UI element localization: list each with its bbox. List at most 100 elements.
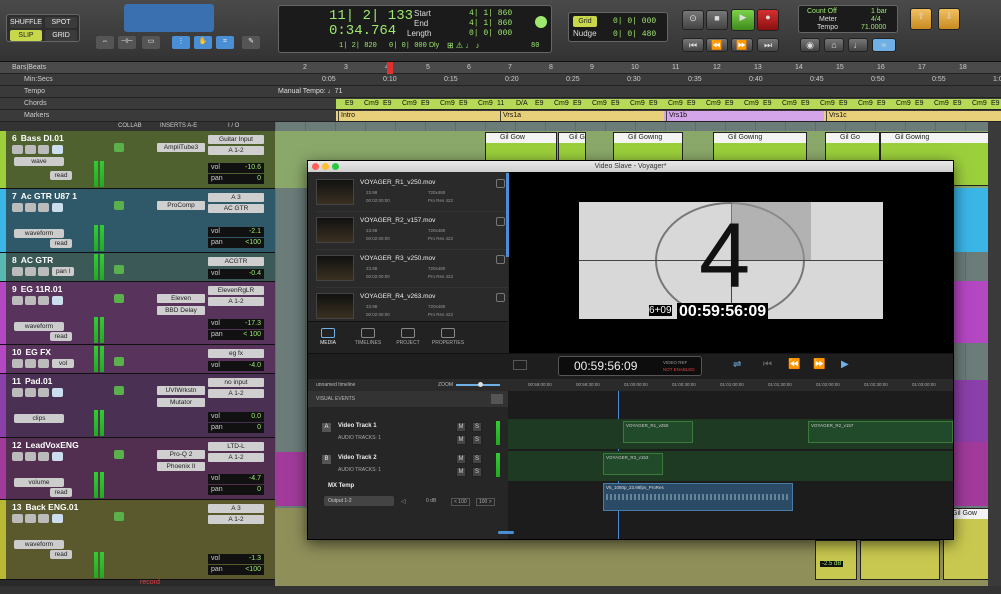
tab-media[interactable]: MEDIA (308, 328, 348, 346)
playhead-marker-icon[interactable] (387, 62, 393, 74)
track-9[interactable]: 9 EG 11R.01 waveform read Eleven BBD Delay Ele… (0, 282, 275, 345)
input-selector[interactable]: A 3 (208, 193, 264, 202)
chord-label[interactable]: 11 (497, 99, 504, 109)
slip-mode-button[interactable]: SLIP (10, 30, 42, 41)
output-selector[interactable]: A 1-2 (208, 297, 264, 306)
main-counter-bars[interactable]: 11| 2| 133 (329, 8, 413, 24)
chord-label[interactable]: Cm9 (630, 99, 645, 109)
chord-label[interactable]: Cm9 (706, 99, 721, 109)
chord-label[interactable]: Cm9 (858, 99, 873, 109)
insert-slot-a[interactable]: Pro-Q 2 (157, 450, 205, 459)
pre-roll-value[interactable]: 1| 2| 820 (339, 42, 377, 50)
marker-intro[interactable]: Intro (338, 111, 355, 121)
zoom-tool-icon[interactable]: ⇔ (96, 36, 114, 49)
group-tool-icon[interactable]: ▭ (142, 36, 160, 49)
solo-button[interactable] (25, 267, 36, 276)
audio-mute-button[interactable]: M (456, 435, 466, 445)
input-monitor-button[interactable] (52, 203, 63, 212)
input-monitor-button[interactable] (52, 514, 63, 523)
mute-button[interactable] (38, 203, 49, 212)
grabber-tool-icon[interactable]: ✋ (194, 36, 212, 49)
chord-label[interactable]: E9 (991, 99, 1000, 109)
chord-label[interactable]: E9 (459, 99, 468, 109)
solo-button[interactable]: S (472, 454, 482, 464)
nudge-value[interactable]: 0| 0| 480 (613, 30, 656, 39)
chord-label[interactable]: D/A (516, 99, 528, 109)
chord-label[interactable]: Cm9 (554, 99, 569, 109)
end-value[interactable]: 4| 1| 860 (469, 19, 512, 28)
video-clip-3[interactable]: VOYAGER_R3_v153 (603, 453, 663, 475)
track-name[interactable]: 12 LeadVoxENG (12, 440, 79, 450)
chord-label[interactable]: Cm9 (592, 99, 607, 109)
insert-slot-b[interactable]: Mutator (157, 398, 205, 407)
filter-icon[interactable] (491, 394, 503, 404)
video-track-header[interactable]: B Video Track 2 AUDIO TRACKS: 1 MSMS (316, 451, 500, 479)
timecode-display[interactable]: 00:59:56:09 VIDEO REF NOT ENABLED (558, 356, 702, 376)
return-to-zero-icon[interactable]: ⏮ (682, 38, 704, 52)
collab-icon[interactable] (114, 386, 124, 395)
rewind-icon[interactable]: ⏪ (706, 38, 728, 52)
view-selector[interactable]: vol (52, 359, 74, 368)
close-icon[interactable] (312, 163, 319, 170)
volume-value[interactable]: vol -1.3 (208, 554, 264, 564)
audio-solo-button[interactable]: S (472, 467, 482, 477)
rec-button[interactable] (12, 296, 23, 305)
chord-label[interactable]: E9 (383, 99, 392, 109)
mute-button[interactable] (38, 388, 49, 397)
chord-label[interactable]: E9 (611, 99, 620, 109)
automation-mode[interactable]: read (50, 171, 72, 180)
audio-solo-button[interactable]: S (472, 435, 482, 445)
chords-ruler[interactable]: Chords E9 Cm9 E9 Cm9 E9 Cm9 E9 Cm9 11 D/A E9 Cm9 E9 C… (0, 98, 1001, 110)
open-media-icon[interactable] (496, 217, 505, 226)
insert-slot-a[interactable]: UVIWrkstn (157, 386, 205, 395)
online-button[interactable]: ⊙ (682, 10, 704, 30)
input-selector[interactable]: ElevenRgLR (208, 286, 264, 295)
ffwd-video-icon[interactable]: ⏩ (813, 359, 825, 370)
frame-icon[interactable] (513, 360, 527, 370)
pan-value[interactable]: pan <100 (208, 238, 264, 248)
selector-tool-icon[interactable]: ⋮ (172, 36, 190, 49)
pan-value[interactable]: pan 0 (208, 423, 264, 433)
input-monitor-button[interactable] (52, 452, 63, 461)
output-selector[interactable]: A 1-2 (208, 515, 264, 524)
pan-right[interactable]: 100 > (476, 498, 495, 506)
output-selector[interactable]: A 1-2 (208, 146, 264, 155)
track-name[interactable]: 10 EG FX (12, 347, 51, 357)
chord-label[interactable]: E9 (801, 99, 810, 109)
tempo-ruler[interactable]: Tempo Manual Tempo: ♩71 (0, 86, 1001, 98)
clip-back-2[interactable] (860, 540, 940, 580)
rec-button[interactable] (12, 203, 23, 212)
video-slave-titlebar[interactable]: Video Slave - Voyager* (308, 161, 953, 172)
click-tempo-value[interactable]: 80 (531, 42, 539, 50)
marker-vrs1b[interactable]: Vrs1b (666, 111, 687, 121)
mute-button[interactable]: M (456, 454, 466, 464)
insert-slot-b[interactable]: Phoenix II (157, 462, 205, 471)
track-10[interactable]: 10 EG FX vol eg fx vol -4.0 (0, 345, 275, 374)
speaker-icon[interactable]: ◁ (401, 498, 406, 505)
fast-forward-icon[interactable]: ⏩ (731, 38, 753, 52)
horizontal-scrollbar[interactable] (498, 531, 514, 534)
mx-temp-track[interactable]: MX Temp Output 1-2 ◁ 0 dB < 100 100 > (316, 481, 506, 511)
video-clip-1[interactable]: VOYAGER_R1_v250 (623, 421, 693, 443)
chord-label[interactable]: Cm9 (744, 99, 759, 109)
length-value[interactable]: 0| 0| 000 (469, 29, 512, 38)
vs-timeline-lanes[interactable]: VOYAGER_R1_v250 VOYAGER_R2_v157 VOYAGER_… (498, 391, 953, 539)
metronome-icon[interactable]: ⌂ (824, 38, 844, 52)
delay-label[interactable]: Dly (429, 42, 439, 49)
input-selector[interactable]: ACGTR (208, 257, 264, 266)
rec-button[interactable] (12, 452, 23, 461)
audio-clip[interactable]: V5_1080p_23.98fps_ProRes (603, 483, 793, 511)
solo-button[interactable]: S (472, 422, 482, 432)
insert-slot-a[interactable]: AmpliTube3 (157, 143, 205, 152)
go-to-end-icon[interactable]: ⏭ (757, 38, 779, 52)
collab-icon[interactable] (114, 265, 124, 274)
video-clip-2[interactable]: VOYAGER_R2_v157 (808, 421, 953, 443)
marker-vrs1a[interactable]: Vrs1a (500, 111, 521, 121)
volume-value[interactable]: vol 0.0 (208, 412, 264, 422)
chord-label[interactable]: Cm9 (440, 99, 455, 109)
scroll-up-icon[interactable]: ⇧ (910, 8, 932, 30)
chord-label[interactable]: E9 (535, 99, 544, 109)
chord-label[interactable]: Cm9 (668, 99, 683, 109)
volume-value[interactable]: vol -2.1 (208, 227, 264, 237)
pan-value[interactable]: pan 0 (208, 174, 264, 184)
